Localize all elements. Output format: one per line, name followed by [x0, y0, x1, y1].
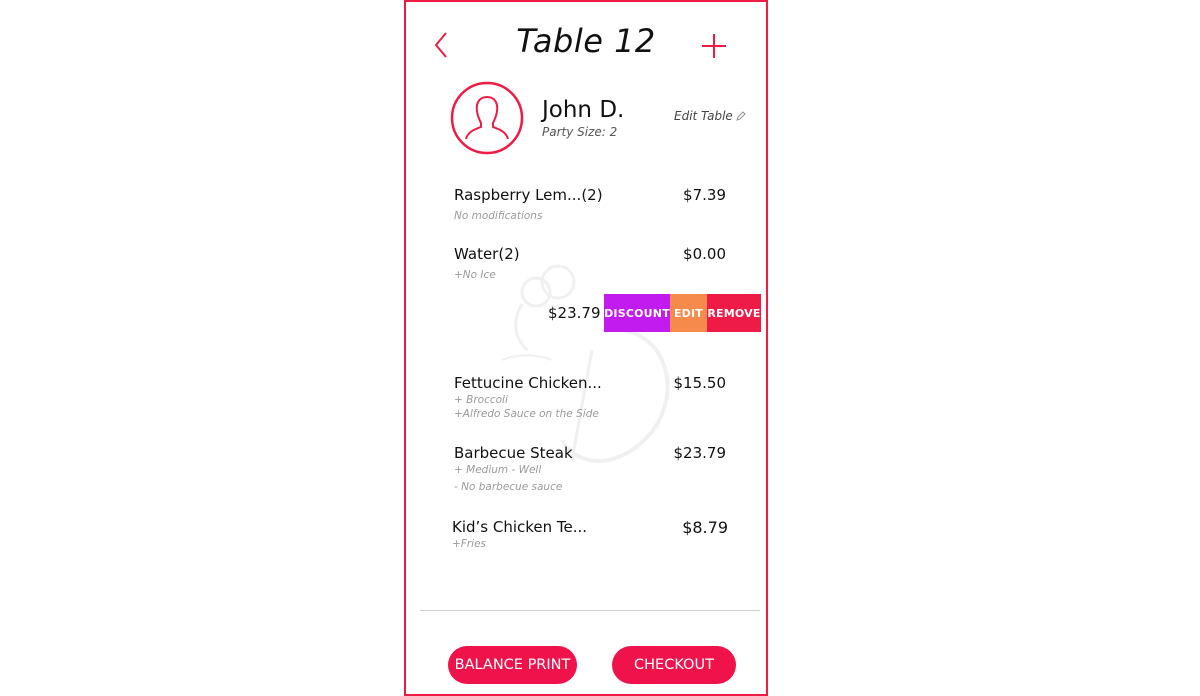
list-item[interactable]: Fettucine Chicken... $15.50 + Broccoli +…: [454, 374, 726, 421]
edit-button[interactable]: EDIT: [670, 294, 707, 332]
list-item[interactable]: Water(2) $0.00 +No Ice: [454, 245, 726, 282]
item-modifier: +No Ice: [454, 269, 496, 281]
item-modifier: +Alfredo Sauce on the Side: [454, 408, 599, 420]
balance-print-button[interactable]: BALANCE PRINT: [448, 646, 577, 684]
party-size: Party Size: 2: [542, 125, 618, 139]
item-price: $7.39: [683, 186, 726, 204]
divider: [420, 610, 760, 611]
list-item[interactable]: Raspberry Lem...(2) $7.39 No modificatio…: [454, 186, 726, 223]
item-modifier: No modifications: [454, 210, 543, 222]
user-avatar-icon: [450, 81, 524, 155]
item-modifier: +Fries: [452, 538, 487, 550]
item-modifier: - No barbecue sauce: [454, 481, 563, 493]
customer-name: John D.: [542, 97, 625, 123]
add-item-button[interactable]: [700, 32, 728, 60]
item-modifier: + Medium - Well: [454, 464, 542, 476]
phone-screen: Table 12 John D. Party Size: 2 Edit Tabl…: [404, 0, 768, 696]
item-price: $0.00: [683, 245, 726, 263]
avatar: [450, 81, 524, 155]
item-price: $8.79: [682, 518, 728, 537]
swiped-item-row[interactable]: $23.79 DISCOUNT EDIT REMOVE: [406, 294, 762, 332]
edit-table-label: Edit Table: [674, 109, 733, 123]
checkout-button[interactable]: CHECKOUT: [612, 646, 736, 684]
item-price: $23.79: [548, 304, 601, 322]
discount-button[interactable]: DISCOUNT: [604, 294, 670, 332]
remove-button[interactable]: REMOVE: [707, 294, 761, 332]
edit-table-link[interactable]: Edit Table: [674, 109, 746, 123]
list-item[interactable]: Kid’s Chicken Te... $8.79 +Fries: [452, 518, 728, 551]
list-item[interactable]: Barbecue Steak $23.79 + Medium - Well - …: [454, 444, 726, 494]
item-price: $23.79: [673, 444, 727, 462]
pencil-icon: [736, 111, 746, 121]
plus-icon: [702, 34, 726, 58]
item-modifier: + Broccoli: [454, 394, 508, 406]
item-price: $15.50: [673, 374, 727, 392]
